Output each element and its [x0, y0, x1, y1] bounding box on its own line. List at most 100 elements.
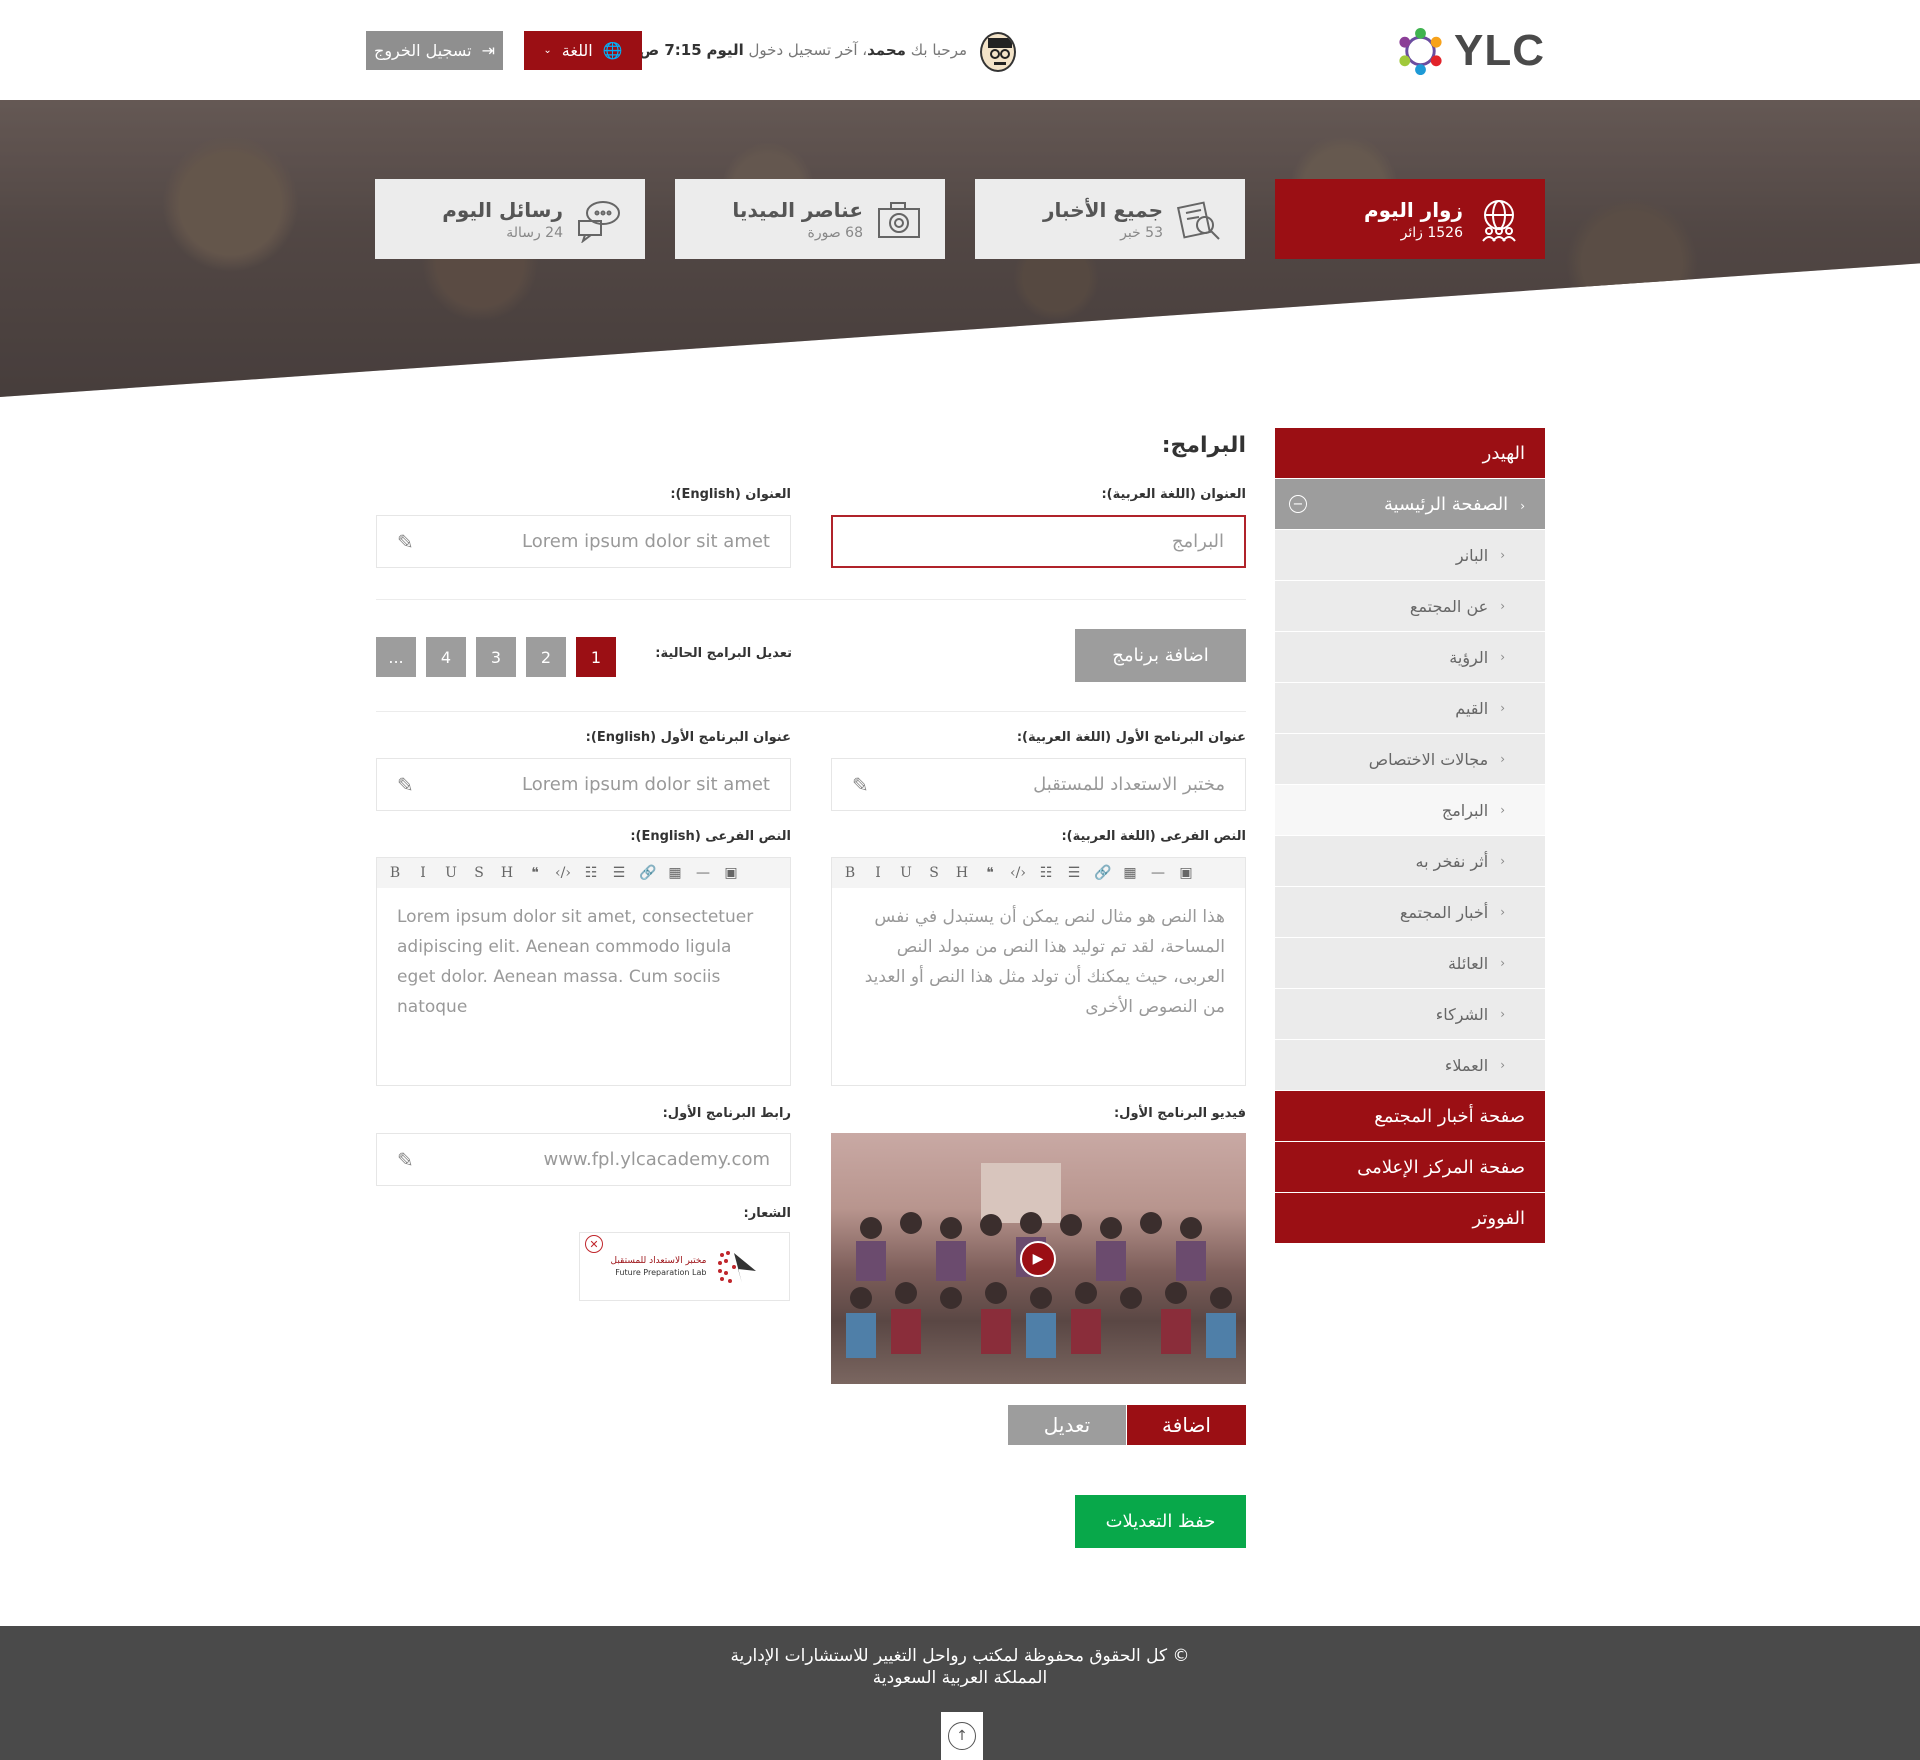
logout-button[interactable]: ⇥ تسجيل الخروج — [366, 31, 503, 70]
sidebar-item-home[interactable]: − الصفحة الرئيسية › — [1275, 479, 1545, 530]
chevron-right-icon: › — [1500, 599, 1505, 613]
unordered-list-icon[interactable]: ☰ — [611, 865, 627, 881]
language-label: اللغة — [561, 41, 593, 60]
sidebar-subitem[interactable]: مجالات الاختصاص › — [1275, 734, 1545, 785]
image-icon[interactable]: ▣ — [1178, 865, 1194, 881]
input-value: البرامج — [1171, 531, 1224, 552]
link-icon[interactable]: 🔗 — [639, 865, 656, 881]
italic-icon[interactable]: I — [870, 865, 886, 881]
chevron-right-icon: › — [1500, 701, 1505, 715]
strikethrough-icon[interactable]: S — [471, 865, 487, 881]
sidebar-subitem[interactable]: البرامج › — [1275, 785, 1545, 836]
program-title-ar-input[interactable]: مختبر الاستعداد للمستقبل ✎ — [831, 758, 1246, 811]
sidebar-subitem-label: الرؤية — [1449, 647, 1489, 667]
subtext-ar-editor[interactable]: B I U S H ❝ ‹/› ☷ ☰ 🔗 ▦ — ▣ هذا النص هو مثال لنص يمك… — [831, 857, 1246, 1086]
ordered-list-icon[interactable]: ☷ — [583, 865, 599, 881]
input-value: Lorem ipsum dolor sit amet — [522, 531, 770, 552]
program-logo-preview: مختبر الاستعداد للمستقبل Future Preparat… — [579, 1232, 790, 1301]
chevron-right-icon: › — [1500, 752, 1505, 766]
sidebar-subitem[interactable]: البانر › — [1275, 530, 1545, 581]
scroll-to-top-button[interactable]: ↑ — [941, 1712, 983, 1760]
sidebar-subitem-label: عن المجتمع — [1409, 596, 1489, 616]
language-dropdown[interactable]: 🌐 اللغة ⌄ — [524, 31, 642, 70]
page-button-4[interactable]: 4 — [426, 637, 466, 677]
globe-people-icon — [1482, 200, 1516, 242]
title-en-label: العنوان (English): — [670, 487, 791, 502]
heading-icon[interactable]: H — [499, 865, 515, 881]
bold-icon[interactable]: B — [387, 865, 403, 881]
arrow-up-icon: ↑ — [948, 1722, 976, 1750]
sidebar-item-label: الصفحة الرئيسية — [1383, 493, 1509, 515]
quote-icon[interactable]: ❝ — [982, 865, 998, 881]
heading-icon[interactable]: H — [954, 865, 970, 881]
user-avatar[interactable] — [980, 32, 1016, 72]
underline-icon[interactable]: U — [898, 865, 914, 881]
ordered-list-icon[interactable]: ☷ — [1038, 865, 1054, 881]
stat-card-news[interactable]: جميع الأخبار 53 خبر — [975, 179, 1245, 259]
title-en-input[interactable]: ✎ Lorem ipsum dolor sit amet — [376, 515, 791, 568]
horizontal-rule-icon[interactable]: — — [695, 865, 711, 881]
save-changes-button[interactable]: حفظ التعديلات — [1075, 1495, 1246, 1548]
collapse-minus-icon[interactable]: − — [1289, 495, 1307, 513]
title-ar-input[interactable]: البرامج — [831, 515, 1246, 568]
page-button-3[interactable]: 3 — [476, 637, 516, 677]
italic-icon[interactable]: I — [415, 865, 431, 881]
underline-icon[interactable]: U — [443, 865, 459, 881]
code-icon[interactable]: ‹/› — [1010, 865, 1026, 881]
chevron-right-icon: › — [1500, 854, 1505, 868]
sidebar-item-header[interactable]: الهيدر — [1275, 428, 1545, 479]
stat-sub: 68 صورة — [807, 224, 864, 241]
stat-card-media[interactable]: عناصر الميديا 68 صورة — [675, 179, 945, 259]
logo-label: الشعار: — [743, 1206, 791, 1221]
logout-label: تسجيل الخروج — [373, 41, 472, 60]
subtext-en-editor[interactable]: B I U S H ❝ ‹/› ☷ ☰ 🔗 ▦ — ▣ Lorem ipsum dolor sit am… — [376, 857, 791, 1086]
image-icon[interactable]: ▣ — [723, 865, 739, 881]
code-icon[interactable]: ‹/› — [555, 865, 571, 881]
video-label: فيديو البرنامج الأول: — [1113, 1106, 1246, 1121]
program-title-en-label: عنوان البرنامج الأول (English): — [585, 730, 791, 745]
pencil-icon: ✎ — [852, 772, 869, 797]
page-button-2[interactable]: 2 — [526, 637, 566, 677]
sidebar-subitem[interactable]: عن المجتمع › — [1275, 581, 1545, 632]
page-button-1[interactable]: 1 — [576, 637, 616, 677]
unordered-list-icon[interactable]: ☰ — [1066, 865, 1082, 881]
sidebar-subitem[interactable]: الشركاء › — [1275, 989, 1545, 1040]
sidebar-subitem-label: البرامج — [1441, 800, 1489, 820]
bold-icon[interactable]: B — [842, 865, 858, 881]
sidebar-subitem[interactable]: العملاء › — [1275, 1040, 1545, 1091]
sidebar-subitem-label: أثر نفخر به — [1415, 851, 1489, 871]
user-name: محمد — [867, 41, 906, 59]
edit-button[interactable]: تعديل — [1008, 1405, 1126, 1445]
add-button[interactable]: اضافة — [1127, 1405, 1246, 1445]
table-icon[interactable]: ▦ — [1122, 865, 1138, 881]
stat-sub: 53 خبر — [1120, 224, 1163, 241]
stat-card-visitors[interactable]: زوار اليوم 1526 زائر — [1275, 179, 1545, 259]
link-icon[interactable]: 🔗 — [1094, 865, 1111, 881]
chevron-right-icon: › — [1520, 498, 1525, 513]
ylc-logo[interactable]: YLC — [1395, 24, 1545, 78]
sidebar-item-media-center-page[interactable]: صفحة المركز الإعلامى — [1275, 1142, 1545, 1193]
horizontal-rule-icon[interactable]: — — [1150, 865, 1166, 881]
page-button-more[interactable]: ... — [376, 637, 416, 677]
program-link-input[interactable]: ✎ www.fpl.ylcacademy.com — [376, 1133, 791, 1186]
sidebar-subitem[interactable]: أخبار المجتمع › — [1275, 887, 1545, 938]
program-title-en-input[interactable]: ✎ Lorem ipsum dolor sit amet — [376, 758, 791, 811]
remove-logo-icon[interactable]: ✕ — [585, 1235, 603, 1253]
future-lab-logo-icon — [718, 1250, 757, 1283]
sidebar-item-footer[interactable]: الفووتر — [1275, 1193, 1545, 1244]
play-video-button[interactable]: ▶ — [1020, 1241, 1056, 1277]
chevron-right-icon: › — [1500, 956, 1505, 970]
strikethrough-icon[interactable]: S — [926, 865, 942, 881]
sidebar-item-community-news-page[interactable]: صفحة أخبار المجتمع — [1275, 1091, 1545, 1142]
editor-content[interactable]: Lorem ipsum dolor sit amet, consectetuer… — [377, 888, 790, 1036]
sidebar-subitem[interactable]: أثر نفخر به › — [1275, 836, 1545, 887]
add-program-button[interactable]: اضافة برنامج — [1075, 629, 1246, 682]
quote-icon[interactable]: ❝ — [527, 865, 543, 881]
sidebar-subitem[interactable]: القيم › — [1275, 683, 1545, 734]
sidebar-subitem[interactable]: العائلة › — [1275, 938, 1545, 989]
chevron-right-icon: › — [1500, 905, 1505, 919]
table-icon[interactable]: ▦ — [667, 865, 683, 881]
stat-card-messages[interactable]: رسائل اليوم 24 رسالة — [375, 179, 645, 259]
editor-content[interactable]: هذا النص هو مثال لنص يمكن أن يستبدل في ن… — [832, 888, 1245, 1036]
sidebar-subitem[interactable]: الرؤية › — [1275, 632, 1545, 683]
